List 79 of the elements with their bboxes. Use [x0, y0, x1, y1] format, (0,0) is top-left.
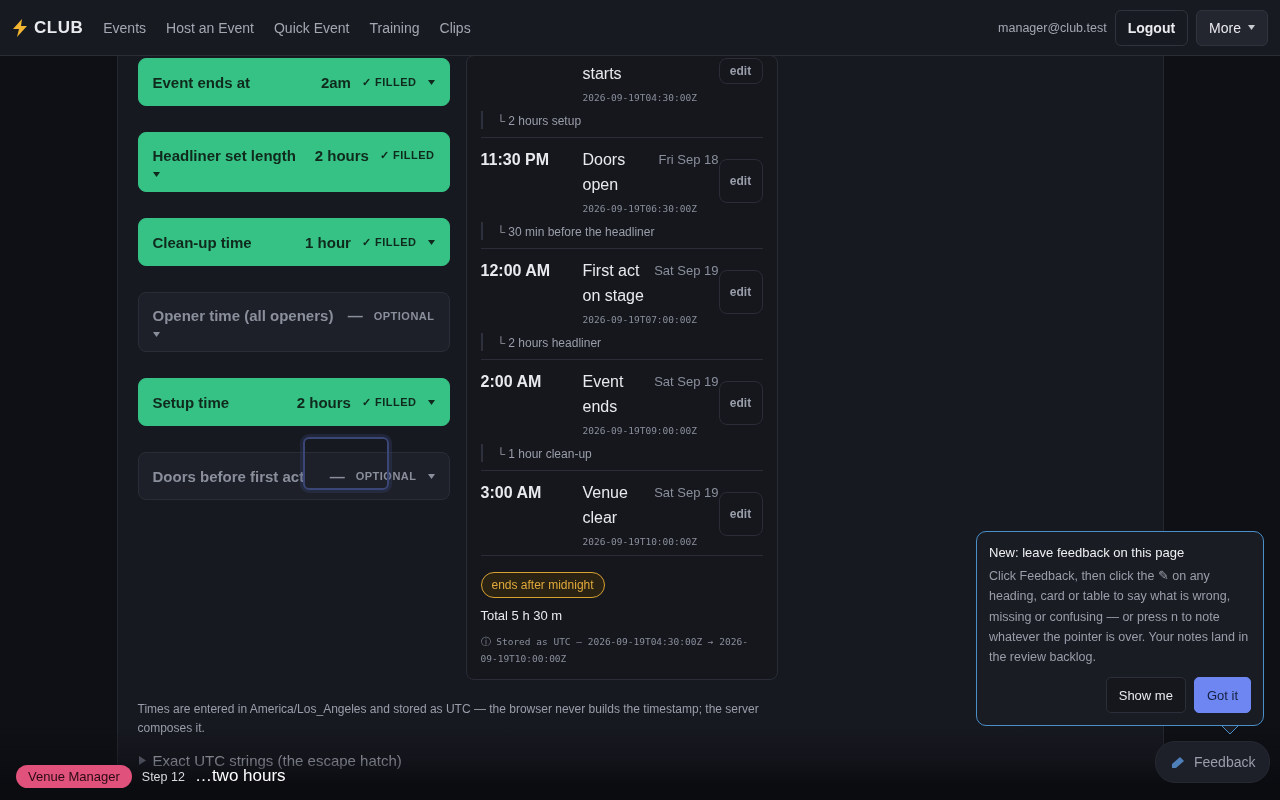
nav-link[interactable]: Events: [103, 19, 147, 36]
field-card[interactable]: Headliner set length 2 hours ✓ FILLED: [137, 132, 450, 192]
field-value: 2 hours: [296, 393, 351, 411]
entry-label: First act on stage: [582, 261, 645, 306]
gap-note: └ 30 min before the headliner: [496, 225, 655, 239]
caret-icon: [152, 172, 160, 177]
field-label: Event ends at: [152, 73, 251, 91]
status-label: ✓ FILLED: [361, 75, 417, 89]
field-label: Doors before first act: [152, 467, 305, 485]
show-button[interactable]: Show me: [1105, 677, 1186, 714]
lightning-icon: [12, 18, 28, 37]
entry-time: 11:30 PM: [480, 150, 550, 170]
user-email: manager@club.test: [998, 20, 1107, 35]
utc-timestamp: 2026-09-19T06:30:00Z: [582, 203, 698, 214]
field-value: 1 hour: [305, 233, 351, 251]
field-label: Setup time: [152, 393, 230, 411]
stored-note: ⓘ Stored as UTC – 2026-09-19T04:30:00Z → 2026-09-19T10:00:00Z: [480, 635, 749, 666]
caret-icon: [427, 239, 435, 245]
gap-note: └ 2 hours setup: [496, 114, 582, 128]
field-card[interactable]: Opener time (all openers) — OPTIONAL: [137, 292, 450, 352]
entry-label: starts: [582, 64, 623, 84]
details-summary[interactable]: Exact UTC strings (the escape hatch): [152, 752, 402, 769]
midnight-tag: ends after midnight: [480, 572, 605, 598]
edit-button[interactable]: edit: [718, 380, 763, 425]
status-label: OPTIONAL: [373, 309, 435, 322]
utc-timestamp: 2026-09-19T07:00:00Z: [582, 314, 698, 325]
edit-button[interactable]: edit: [718, 158, 763, 203]
entry-date: Sat Sep 19: [654, 484, 719, 502]
entry-label: Event ends: [582, 372, 625, 417]
utc-timestamp: 2026-09-19T04:30:00Z: [582, 92, 698, 103]
timezone-note: Times are entered in America/Los_Angeles and stored as UTC — the browser never builds the timestamp; the server composes it.: [137, 701, 760, 737]
entry-date: Sat Sep 19: [654, 373, 719, 391]
field-value: —: [347, 307, 363, 324]
nav-link[interactable]: Host an Event: [166, 19, 254, 36]
caret-icon: [152, 332, 160, 337]
role-tag: Venue Manager: [16, 765, 132, 788]
caret-icon: [427, 399, 435, 405]
field-value: 2 hours: [314, 147, 369, 164]
entry-label: Venue clear: [582, 483, 629, 528]
edit-button[interactable]: edit: [718, 269, 763, 314]
status-label: ✓ FILLED: [361, 395, 417, 409]
field-card[interactable]: Event ends at 2am ✓ FILLED: [137, 58, 450, 106]
utc-timestamp: 2026-09-19T10:00:00Z: [582, 536, 698, 547]
step-label: Step 12: [141, 770, 185, 786]
field-label: Clean-up time: [152, 233, 252, 251]
field-value: —: [329, 467, 345, 485]
entry-time: 12:00 AM: [480, 261, 552, 281]
field-label: Opener time (all openers): [152, 307, 334, 324]
brand-name: CLUB: [34, 17, 84, 38]
field-label: Headliner set length: [152, 147, 296, 164]
caret-icon: [427, 79, 435, 85]
nav-link[interactable]: Training: [369, 19, 420, 36]
feedback-button[interactable]: Feedback: [1155, 741, 1271, 783]
nav-link[interactable]: Clips: [439, 19, 471, 36]
gap-note: └ 1 hour clean-up: [496, 447, 592, 461]
status-label: ✓ FILLED: [361, 235, 417, 249]
nav-link[interactable]: Quick Event: [273, 19, 350, 36]
field-card[interactable]: Clean-up time 1 hour ✓ FILLED: [137, 218, 450, 266]
entry-date: Sat Sep 19: [654, 262, 719, 280]
field-card[interactable]: Setup time 2 hours ✓ FILLED: [137, 378, 450, 426]
field-value: 2am: [320, 73, 351, 91]
confirm-button[interactable]: Got it: [1193, 677, 1251, 714]
edit-button[interactable]: edit: [718, 491, 763, 536]
entry-time: 2:00 AM: [480, 372, 543, 392]
status-label: ✓ FILLED: [379, 149, 435, 162]
entry-time: 3:00 AM: [480, 483, 543, 503]
caret-icon: [1248, 25, 1255, 30]
entry-label: Doors open: [582, 150, 627, 195]
utc-timestamp: 2026-09-19T09:00:00Z: [582, 425, 698, 436]
entry-date: Fri Sep 18: [658, 151, 719, 169]
edit-button[interactable]: edit: [718, 58, 763, 84]
more-button[interactable]: More: [1196, 9, 1268, 46]
caret-icon: [427, 473, 435, 479]
pencil-icon: [1170, 755, 1186, 769]
gap-note: └ 2 hours headliner: [496, 336, 602, 350]
popover-title: New: leave feedback on this page: [989, 545, 1186, 560]
popover-text: Click Feedback, then click the ✎ on any heading, card or table to say what is wrong, missing or confusing — or press n to note whatever the pointer is over. Your notes land in the review backlog.: [989, 568, 1250, 667]
logout-button[interactable]: Logout: [1114, 9, 1189, 46]
total-duration: Total 5 h 30 m: [480, 608, 564, 623]
